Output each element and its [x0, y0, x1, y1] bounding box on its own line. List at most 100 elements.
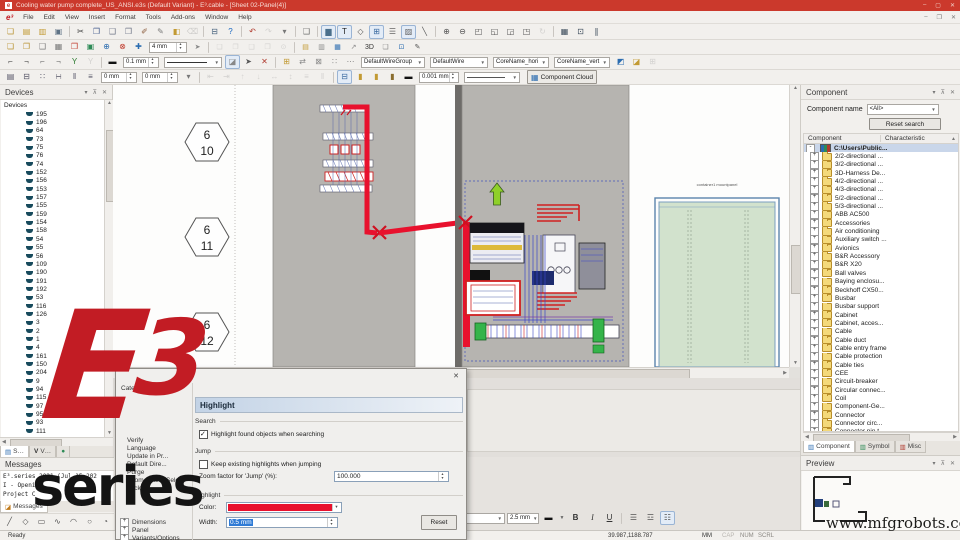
expander-icon[interactable]: + — [810, 303, 819, 311]
device-item[interactable]: 75 — [1, 143, 104, 151]
dialog-tree-item[interactable]: + Variants/Options — [119, 534, 191, 540]
component-folder-item[interactable]: + Busbar — [804, 294, 958, 302]
more-icon[interactable]: ▾ — [277, 25, 292, 39]
menu-item[interactable]: Tools — [141, 14, 166, 21]
brush-icon[interactable]: ✎ — [153, 25, 168, 39]
sheet-copy-icon[interactable]: ❐ — [19, 40, 34, 54]
devices-root-item[interactable]: Devices — [1, 100, 104, 110]
jump-icon[interactable]: ↗ — [346, 40, 361, 54]
device-item[interactable]: 156 — [1, 177, 104, 185]
align-left-icon[interactable]: ⇤ — [203, 70, 218, 84]
device-item[interactable]: 204 — [1, 369, 104, 377]
scroll-up-icon[interactable]: ▲ — [951, 136, 958, 142]
device-item[interactable]: 54 — [1, 235, 104, 243]
italic-icon[interactable]: I — [585, 511, 600, 525]
expander-icon[interactable]: + — [810, 344, 819, 352]
device-item[interactable]: 53 — [1, 294, 104, 302]
pin-icon[interactable]: ⊼ — [941, 460, 945, 467]
device-item[interactable]: 73 — [1, 135, 104, 143]
menu-item[interactable]: Insert — [84, 14, 110, 21]
origin-icon[interactable]: ⊕ — [99, 40, 114, 54]
wire4-icon[interactable]: ¬ — [51, 55, 66, 69]
device-item[interactable]: 196 — [1, 118, 104, 126]
bundle-icon[interactable]: Y — [67, 55, 82, 69]
menu-item[interactable]: File — [18, 14, 38, 21]
precision-spinner[interactable]: ▲▼ — [449, 73, 456, 82]
distribute-h-icon[interactable]: ≡ — [299, 70, 314, 84]
pencil-icon[interactable]: ✎ — [410, 40, 425, 54]
expander-icon[interactable]: + — [810, 186, 819, 194]
line-width-combo[interactable]: 0.1 mm ▲▼ — [123, 57, 159, 68]
underline-icon[interactable]: U — [602, 511, 617, 525]
component-folder-item[interactable]: + Circular connec... — [804, 386, 958, 394]
chevron-down-icon[interactable]: ▼ — [558, 511, 566, 525]
checkbox-unchecked-icon[interactable] — [199, 460, 208, 469]
search-checkbox-row[interactable]: Highlight found objects when searching — [199, 430, 463, 439]
component-folder-item[interactable]: + Air conditioning — [804, 227, 958, 235]
align-top-icon[interactable]: ↑ — [235, 70, 250, 84]
component-folder-item[interactable]: + 5/3-directional ... — [804, 202, 958, 210]
scroll-down-icon[interactable]: ▼ — [793, 361, 798, 366]
hatch-icon[interactable]: ▨ — [401, 25, 416, 39]
dialog-tree-item[interactable]: + Dimensions — [119, 518, 191, 526]
mdi-restore-icon[interactable]: ❐ — [937, 14, 942, 21]
menu-item[interactable]: Edit — [39, 14, 60, 21]
menu-item[interactable]: Help — [233, 14, 256, 21]
expander-icon[interactable]: + — [810, 311, 819, 319]
dialog-tree-item[interactable]: Verify — [119, 436, 191, 444]
device-item[interactable]: 74 — [1, 160, 104, 168]
font-combo[interactable]: ▼ — [465, 513, 505, 524]
core-grid-icon[interactable]: ⊞ — [645, 55, 660, 69]
component-folder-item[interactable]: + B&R X20 — [804, 261, 958, 269]
grid-icon[interactable]: ⊞ — [369, 25, 384, 39]
component-folder-item[interactable]: + Accessories — [804, 219, 958, 227]
open-project-icon[interactable]: ▥ — [35, 25, 50, 39]
device-item[interactable]: 1 — [1, 335, 104, 343]
device-item[interactable]: 157 — [1, 193, 104, 201]
wire-dots-icon[interactable]: ∷ — [327, 55, 342, 69]
align-right-icon[interactable]: ☷ — [660, 511, 675, 525]
component-folder-item[interactable]: + Circuit-breaker — [804, 378, 958, 386]
component-folder-item[interactable]: + B&R Accessory — [804, 252, 958, 260]
scroll-up-icon[interactable]: ▲ — [107, 101, 112, 106]
rows-icon[interactable]: ≡ — [83, 70, 98, 84]
close-icon[interactable]: ✕ — [449, 371, 463, 381]
device-item[interactable]: 55 — [1, 244, 104, 252]
expander-icon[interactable]: + — [810, 361, 819, 369]
dialog-category-tree[interactable]: Categories Verify Language Update in Pr.… — [119, 383, 191, 540]
expander-icon[interactable]: + — [810, 211, 819, 219]
component-folder-item[interactable]: + Cable protection — [804, 353, 958, 361]
close-icon[interactable]: ✕ — [950, 2, 955, 9]
center-h-icon[interactable]: ↔ — [267, 70, 282, 84]
pin-icon[interactable]: ➤ — [190, 40, 205, 54]
device-item[interactable]: 4 — [1, 344, 104, 352]
component-folder-item[interactable]: + Cabinet, acces... — [804, 319, 958, 327]
wire-group-combo[interactable]: DefaultWireGroup▼ — [361, 57, 425, 68]
device-item[interactable]: 159 — [1, 210, 104, 218]
dialog-tree-item[interactable]: Update in Pr... — [119, 452, 191, 460]
more2-icon[interactable]: ⋯ — [343, 55, 358, 69]
offset-y-spinner[interactable]: ▲▼ — [167, 73, 175, 82]
sheet-new-icon[interactable]: ❏ — [3, 40, 18, 54]
zoom-sheet-icon[interactable]: ◱ — [487, 25, 502, 39]
dialog-tree-item[interactable]: Purge — [119, 468, 191, 476]
expander-icon[interactable]: + — [810, 369, 819, 377]
component-folder-item[interactable]: + Auxiliary switch ... — [804, 236, 958, 244]
device-item[interactable]: 95 — [1, 410, 104, 418]
panel-menu-icon[interactable]: ▾ — [933, 89, 936, 96]
snap-icon[interactable]: ⊟ — [337, 70, 352, 84]
text-tool-icon[interactable]: T — [337, 25, 352, 39]
maximize-icon[interactable]: ▢ — [935, 2, 941, 9]
highlight-tool-icon[interactable]: ▆ — [321, 25, 336, 39]
component-folder-item[interactable]: + Avionics — [804, 244, 958, 252]
cursor-icon[interactable]: ➤ — [241, 55, 256, 69]
device-item[interactable]: 109 — [1, 260, 104, 268]
scroll-left-icon[interactable]: ◀ — [2, 440, 6, 445]
panel-menu-icon[interactable]: ▾ — [85, 89, 88, 96]
erase-format-icon[interactable]: ⌫ — [185, 25, 200, 39]
reset-search-button[interactable]: Reset search — [869, 118, 941, 130]
core-yellow-icon[interactable]: ◪ — [629, 55, 644, 69]
expander-icon[interactable]: + — [810, 278, 819, 286]
component-tree[interactable]: - C:\Users\Public... + 2/2-directional .… — [803, 144, 959, 432]
table-sheet-icon[interactable]: ▦ — [51, 40, 66, 54]
